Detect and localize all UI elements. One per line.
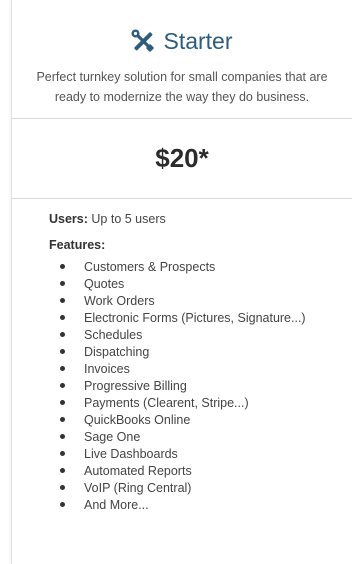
feature-list: Customers & Prospects Quotes Work Orders El… xyxy=(49,258,352,513)
feature-label: Automated Reports xyxy=(84,463,192,478)
feature-item: Automated Reports xyxy=(49,462,352,479)
plan-header: Starter Perfect turnkey solution for sma… xyxy=(12,0,352,119)
plan-title: Starter xyxy=(163,28,233,54)
plan-details: Users: Up to 5 users Features: Customers… xyxy=(12,199,352,513)
feature-label: Payments (Clearent, Stripe...) xyxy=(84,395,249,410)
bullet-icon xyxy=(60,349,65,354)
plan-description: Perfect turnkey solution for small compa… xyxy=(36,70,328,104)
bullet-icon xyxy=(60,417,65,422)
feature-item: Sage One xyxy=(49,428,352,445)
feature-item: QuickBooks Online xyxy=(49,411,352,428)
feature-item: Live Dashboards xyxy=(49,445,352,462)
feature-item: Quotes xyxy=(49,275,352,292)
bullet-icon xyxy=(60,400,65,405)
plan-title-row: Starter xyxy=(12,0,352,55)
feature-label: Invoices xyxy=(84,361,130,376)
bullet-icon xyxy=(60,332,65,337)
users-value: Up to 5 users xyxy=(91,212,166,226)
feature-label: Schedules xyxy=(84,327,143,342)
feature-item: Invoices xyxy=(49,360,352,377)
bullet-icon xyxy=(60,383,65,388)
feature-label: Electronic Forms (Pictures, Signature...… xyxy=(84,310,306,325)
bullet-icon xyxy=(60,485,65,490)
bullet-icon xyxy=(60,298,65,303)
feature-label: Live Dashboards xyxy=(84,446,178,461)
bullet-icon xyxy=(60,366,65,371)
feature-item: Dispatching xyxy=(49,343,352,360)
bullet-icon xyxy=(60,451,65,456)
pricing-card: Starter Perfect turnkey solution for sma… xyxy=(11,0,352,564)
feature-label: VoIP (Ring Central) xyxy=(84,480,192,495)
bullet-icon xyxy=(60,502,65,507)
feature-label: Quotes xyxy=(84,276,125,291)
feature-label: Progressive Billing xyxy=(84,378,187,393)
feature-item: Electronic Forms (Pictures, Signature...… xyxy=(49,309,352,326)
bullet-icon xyxy=(60,264,65,269)
tools-icon xyxy=(131,29,155,53)
feature-item: Work Orders xyxy=(49,292,352,309)
feature-item: Payments (Clearent, Stripe...) xyxy=(49,394,352,411)
bullet-icon xyxy=(60,281,65,286)
feature-label: QuickBooks Online xyxy=(84,412,191,427)
bullet-icon xyxy=(60,315,65,320)
features-label: Features: xyxy=(49,238,106,252)
users-line: Users: Up to 5 users xyxy=(49,211,352,227)
feature-item: Customers & Prospects xyxy=(49,258,352,275)
plan-price: $20* xyxy=(155,143,209,173)
feature-label: Work Orders xyxy=(84,293,155,308)
bullet-icon xyxy=(60,468,65,473)
feature-item: VoIP (Ring Central) xyxy=(49,479,352,496)
feature-label: Dispatching xyxy=(84,344,150,359)
price-box: $20* xyxy=(12,119,352,199)
feature-label: And More... xyxy=(84,497,149,512)
users-label: Users: xyxy=(49,212,88,226)
feature-item: Progressive Billing xyxy=(49,377,352,394)
feature-item: Schedules xyxy=(49,326,352,343)
feature-item: And More... xyxy=(49,496,352,513)
feature-label: Customers & Prospects xyxy=(84,259,216,274)
bullet-icon xyxy=(60,434,65,439)
feature-label: Sage One xyxy=(84,429,141,444)
